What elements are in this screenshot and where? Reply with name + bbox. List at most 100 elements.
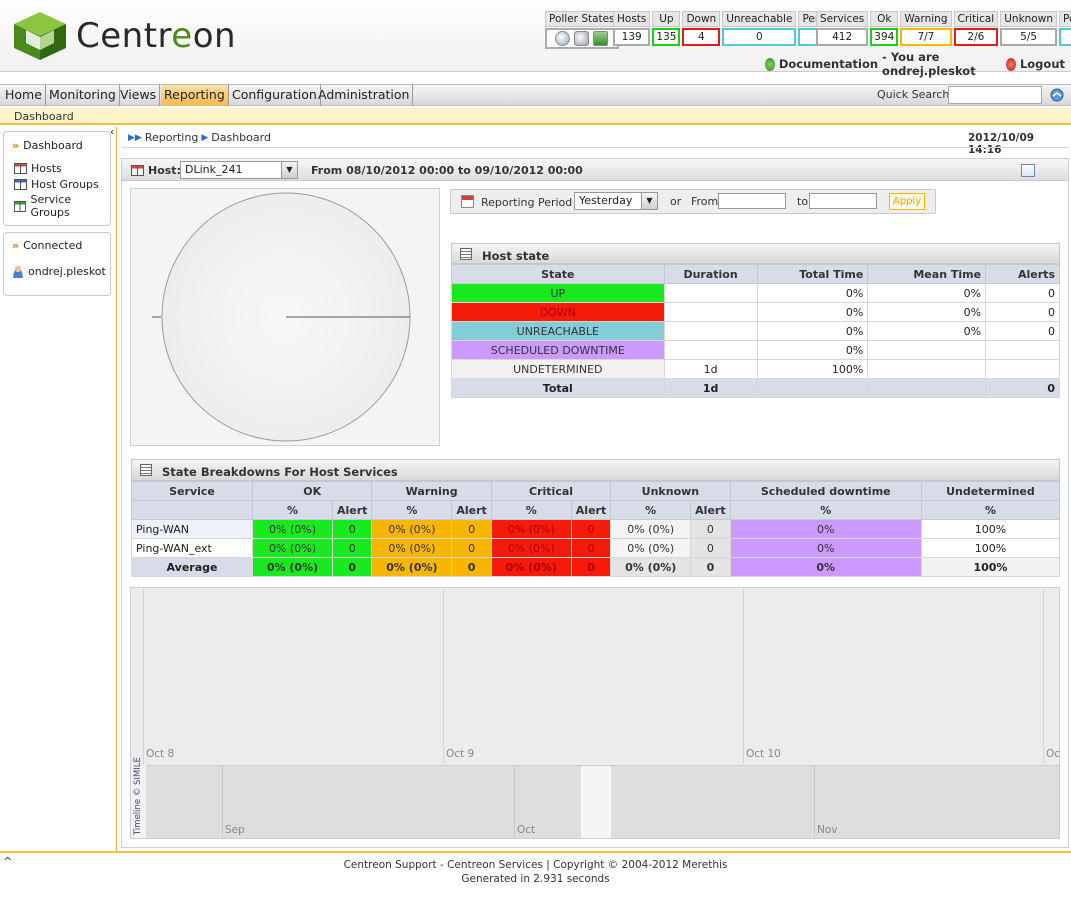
to-date-input[interactable] <box>809 193 877 209</box>
total-row: Total 1d 0 <box>451 378 1060 398</box>
alerts-cell: 0 <box>985 302 1060 322</box>
sub-undet-pct: % <box>920 500 1061 520</box>
chevron-down-icon[interactable]: ▼ <box>641 193 657 209</box>
sidebar-dashboard-heading[interactable]: » Dashboard <box>12 139 83 152</box>
sidebar-item-service-groups[interactable]: Service Groups <box>14 193 110 219</box>
ok-pct-cell: 0% (0%) <box>252 538 333 558</box>
col-total-time: Total Time <box>756 264 869 284</box>
avg-critical-pct: 0% (0%) <box>490 557 572 577</box>
host-select[interactable]: DLink_241 ▼ <box>180 161 298 179</box>
timeline-grid-line <box>443 588 444 764</box>
timeline-credit[interactable]: Timeline © SIMILE <box>133 757 143 835</box>
col-unknown: Unknown <box>610 481 731 501</box>
total-alerts: 0 <box>985 378 1060 398</box>
apply-button[interactable]: Apply <box>889 193 925 210</box>
services-pending-count[interactable]: 0 <box>1058 28 1071 46</box>
documentation-icon[interactable] <box>765 57 775 71</box>
total-label: Total <box>451 378 665 398</box>
up-header: Up <box>652 11 681 27</box>
duration-cell <box>663 283 758 303</box>
reporting-period-select[interactable]: Yesterday ▼ <box>574 192 658 210</box>
tab-views[interactable]: Views <box>117 85 161 106</box>
tab-reporting[interactable]: Reporting <box>161 85 229 106</box>
timeline-grid-line <box>743 588 744 764</box>
user-icon <box>12 265 24 278</box>
col-scheduled-downtime: Scheduled downtime <box>729 481 922 501</box>
unknown-pct-cell: 0% (0%) <box>610 519 692 539</box>
reporting-period-value: Yesterday <box>579 194 633 207</box>
sub-ok-alert: Alert <box>331 500 373 520</box>
table-row: UNDETERMINED 1d 100% <box>451 359 1060 379</box>
centreon-cube-icon <box>14 12 66 60</box>
from-date-input[interactable] <box>718 193 786 209</box>
poller-clock-icon[interactable] <box>555 31 571 46</box>
average-row: Average 0% (0%) 0 0% (0%) 0 0% (0%) 0 0%… <box>130 557 1061 577</box>
chevron-down-icon[interactable]: ▼ <box>281 162 297 178</box>
avg-critical-alert: 0 <box>570 557 612 577</box>
service-name-link[interactable]: Ping-WAN <box>130 519 254 539</box>
col-critical: Critical <box>490 481 612 501</box>
services-warning-count[interactable]: 7/7 <box>900 28 952 46</box>
warning-header: Warning <box>900 11 952 27</box>
logout-icon[interactable] <box>1006 57 1016 71</box>
centreon-logo[interactable]: Centreon <box>12 10 252 62</box>
service-groups-grid-icon <box>14 200 27 212</box>
tab-configuration[interactable]: Configuration <box>229 85 321 106</box>
alerts-cell: 0 <box>985 283 1060 303</box>
critical-header: Critical <box>953 11 999 27</box>
duration-cell <box>663 340 758 360</box>
sub-sched-pct: % <box>729 500 922 520</box>
tab-administration[interactable]: Administration <box>315 85 414 106</box>
sidebar-item-hosts[interactable]: Hosts <box>14 162 62 175</box>
services-count[interactable]: 412 <box>816 28 869 46</box>
services-unknown-count[interactable]: 5/5 <box>1000 28 1057 46</box>
breadcrumb-dashboard[interactable]: Dashboard <box>211 131 271 144</box>
col-state: State <box>451 264 665 284</box>
sidebar-item-host-groups[interactable]: Host Groups <box>14 178 99 191</box>
export-csv-icon[interactable] <box>1021 164 1035 177</box>
timeline-grid-line <box>222 766 223 838</box>
quick-search-go-icon[interactable] <box>1050 88 1064 102</box>
quick-search-input[interactable] <box>948 86 1042 104</box>
total-time-cell: 100% <box>756 359 869 379</box>
documentation-link[interactable]: Documentation <box>779 57 878 71</box>
footer-copyright: Centreon Support - Centreon Services | C… <box>343 859 728 871</box>
list-icon <box>460 248 472 260</box>
timeline-viewport-highlight[interactable] <box>581 766 611 838</box>
unknown-header: Unknown <box>1000 11 1057 27</box>
hosts-unreachable-count[interactable]: 0 <box>722 28 797 46</box>
breadcrumb-double-arrow-icon: ▶▶ <box>128 132 142 143</box>
hosts-count[interactable]: 139 <box>613 28 651 46</box>
avg-warning-alert: 0 <box>451 557 492 577</box>
critical-alert-cell: 0 <box>570 538 612 558</box>
sidebar-connected-user[interactable]: ondrej.pleskot <box>12 265 106 278</box>
sidebar-connected-heading: » Connected <box>12 239 83 252</box>
unknown-pct-cell: 0% (0%) <box>610 538 692 558</box>
poller-icons-cell <box>545 28 619 49</box>
state-cell-scheduled-downtime: SCHEDULED DOWNTIME <box>451 340 665 360</box>
total-mean-time <box>867 378 987 398</box>
tab-home[interactable]: Home <box>2 85 46 106</box>
total-time-cell: 0% <box>756 283 869 303</box>
total-time-cell: 0% <box>756 321 869 341</box>
warning-alert-cell: 0 <box>451 519 492 539</box>
sub-critical-alert: Alert <box>570 500 612 520</box>
service-name-link[interactable]: Ping-WAN_ext <box>130 538 254 558</box>
breadcrumb-reporting[interactable]: Reporting <box>145 131 198 144</box>
hosts-down-count[interactable]: 4 <box>682 28 721 46</box>
table-row: UNREACHABLE 0% 0% 0 <box>451 321 1060 341</box>
services-critical-count[interactable]: 2/6 <box>953 28 999 46</box>
mean-time-cell: 0% <box>867 321 987 341</box>
user-line: Documentation - You are ondrej.pleskot L… <box>765 50 1065 78</box>
mean-time-cell: 0% <box>867 283 987 303</box>
sub-nav-dashboard[interactable]: Dashboard <box>14 110 74 123</box>
logout-link[interactable]: Logout <box>1020 57 1065 71</box>
host-state-header: Host state <box>451 243 1060 264</box>
undet-pct-cell: 100% <box>920 538 1061 558</box>
unreachable-header: Unreachable <box>722 11 797 27</box>
poller-gear-icon[interactable] <box>574 31 590 46</box>
services-ok-count[interactable]: 394 <box>870 28 899 46</box>
poller-export-icon[interactable] <box>593 31 609 46</box>
hosts-up-count[interactable]: 135 <box>652 28 681 46</box>
tab-monitoring[interactable]: Monitoring <box>46 85 120 106</box>
